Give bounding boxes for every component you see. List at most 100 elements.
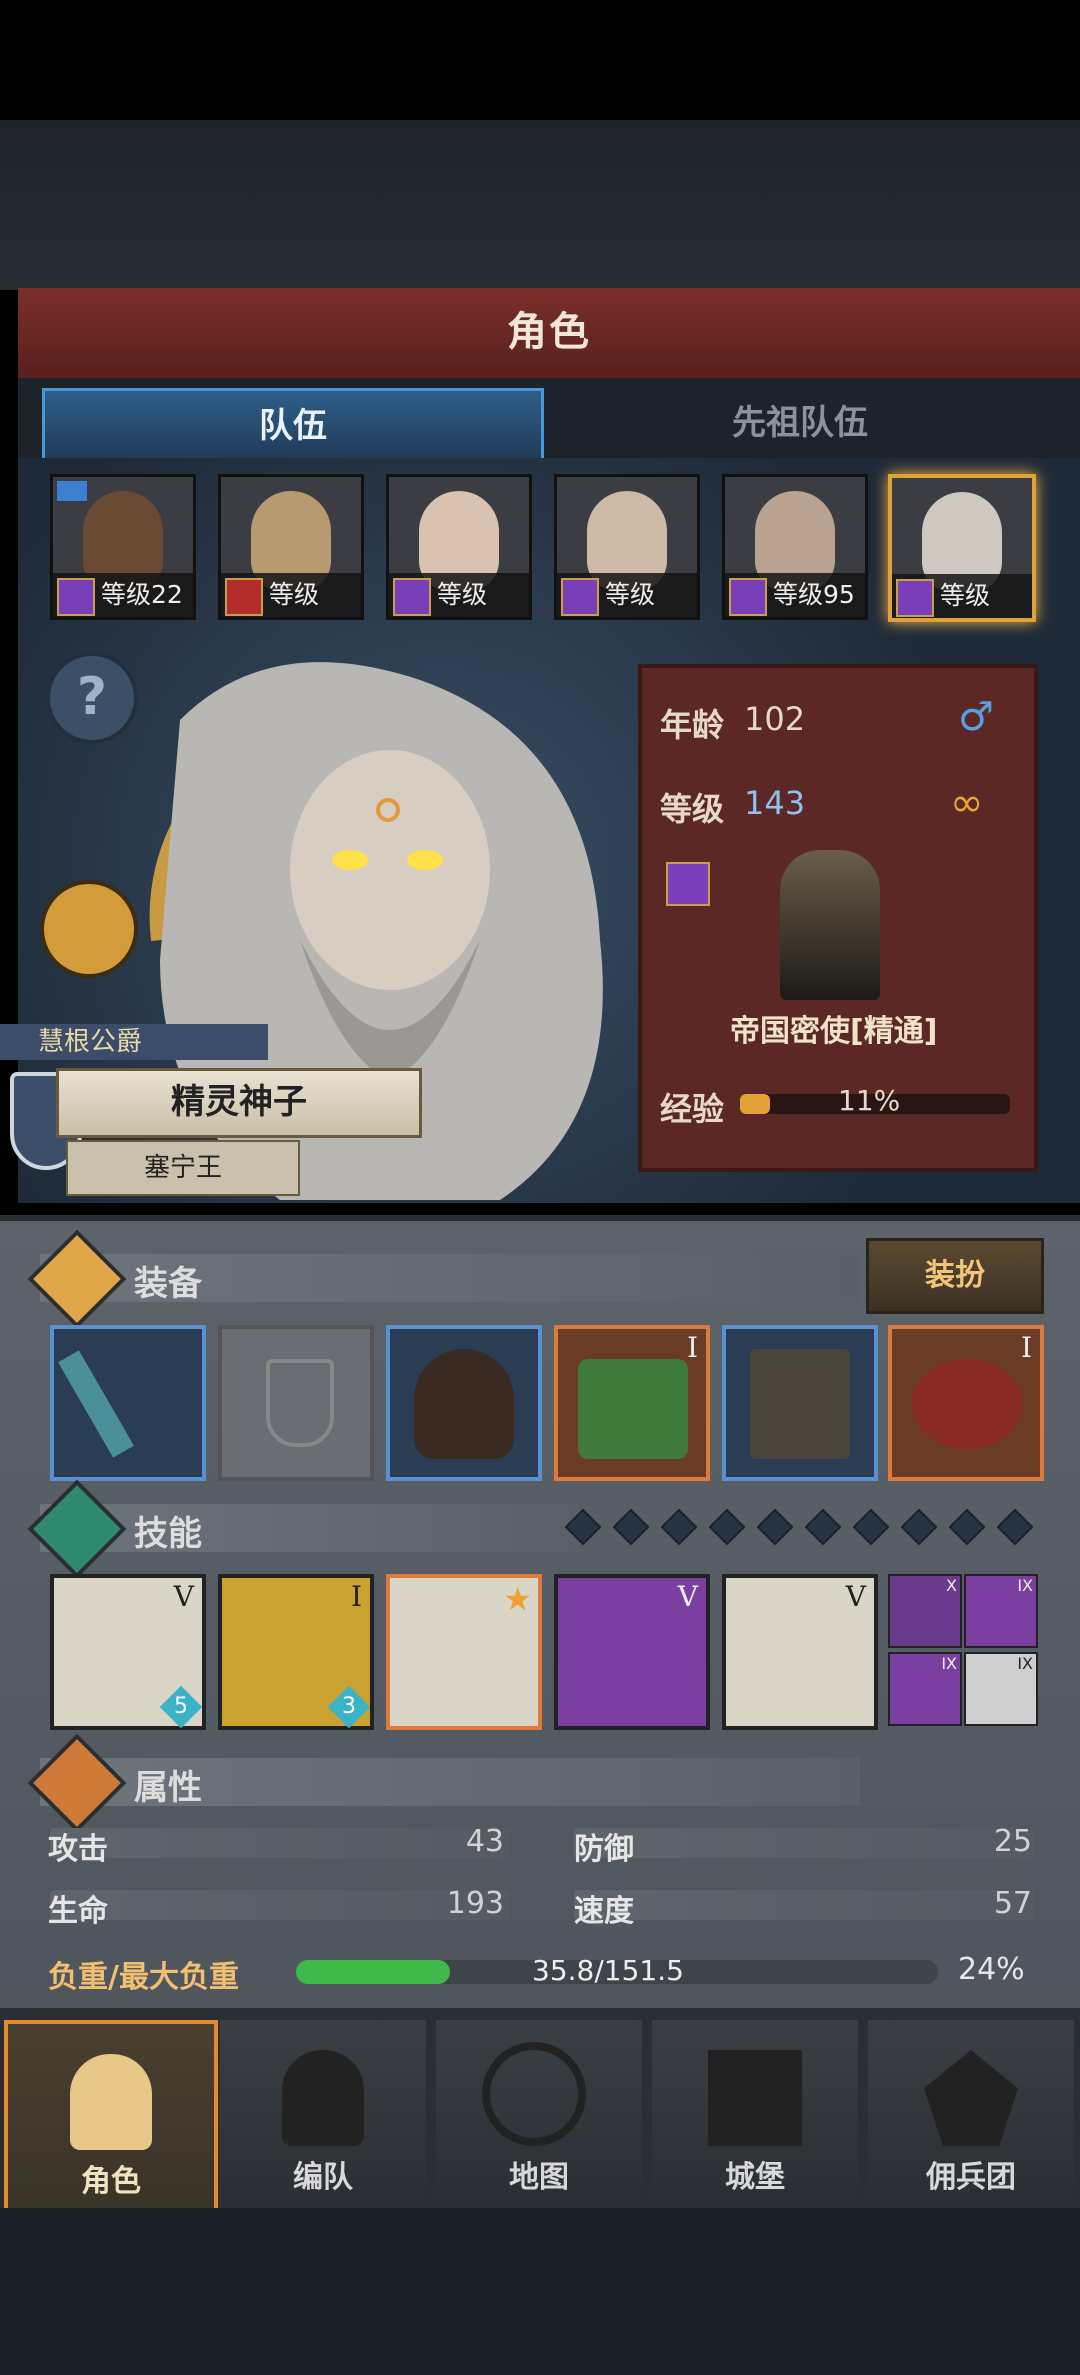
load-percent: 24%	[958, 1952, 1025, 1987]
house-name: 慧根公爵	[38, 1027, 143, 1057]
skill-crystal-purple[interactable]: V	[554, 1574, 710, 1730]
tier-label: V	[173, 1580, 194, 1613]
skill-count: 3	[342, 1694, 356, 1719]
skill-count-badge: 5	[159, 1685, 203, 1729]
hood-icon	[414, 1349, 514, 1459]
bottom-backdrop	[0, 2208, 1080, 2375]
banner-icon	[924, 2050, 1018, 2146]
attack-label: 攻击	[48, 1832, 108, 1867]
class-icon	[393, 578, 431, 616]
tier-label: V	[677, 1580, 698, 1613]
skills-title: 技能	[134, 1514, 202, 1554]
exp-bar-fill	[740, 1094, 770, 1114]
skill-spear-guard[interactable]: V 5	[50, 1574, 206, 1730]
speed-label: 速度	[574, 1894, 634, 1929]
skill-crystal-grey[interactable]: V	[722, 1574, 878, 1730]
tier-label: I	[1020, 1331, 1032, 1364]
class-icon	[666, 862, 710, 906]
equipment-title: 装备	[134, 1264, 202, 1304]
tier-label: I	[686, 1331, 698, 1364]
skill-count: 5	[174, 1694, 188, 1719]
exp-percent: 11%	[838, 1084, 901, 1117]
age-value: 102	[744, 700, 806, 738]
dress-up-button[interactable]: 装扮	[866, 1238, 1044, 1314]
skill-heal-shield[interactable]: I 3	[218, 1574, 374, 1730]
nav-label: 城堡	[725, 2160, 785, 2195]
class-icon	[729, 578, 767, 616]
equip-slot-staff[interactable]	[50, 1325, 206, 1481]
team-portrait-5[interactable]: 等级95	[722, 474, 868, 620]
class-icon	[57, 578, 95, 616]
mini-skill-3[interactable]: IX	[888, 1652, 962, 1726]
nav-mercenaries[interactable]: 佣兵团	[868, 2020, 1074, 2204]
nav-label: 角色	[81, 2164, 141, 2199]
mini-skill-2[interactable]: IX	[964, 1574, 1038, 1648]
nav-formation[interactable]: 编队	[220, 2020, 426, 2204]
knight-icon	[70, 2054, 152, 2150]
portrait-level: 等级22	[101, 580, 183, 609]
page-title-bar: 角色	[18, 288, 1080, 382]
team-portrait-6-selected[interactable]: 等级143	[888, 474, 1036, 622]
class-icon	[896, 579, 934, 617]
status-bar-area	[0, 0, 1080, 120]
equip-slot-boots[interactable]	[722, 1325, 878, 1481]
load-bar-fill	[296, 1960, 451, 1984]
nav-label: 地图	[509, 2160, 569, 2195]
mini-skill-1[interactable]: X	[888, 1574, 962, 1648]
attack-value: 43	[465, 1824, 504, 1859]
tier-label: IX	[1017, 1654, 1033, 1673]
armor-icon	[578, 1359, 688, 1459]
defense-label: 防御	[574, 1832, 634, 1867]
team-portrait-3[interactable]: 等级125	[386, 474, 532, 620]
tier-label: IX	[941, 1654, 957, 1673]
tab-team[interactable]: 队伍	[42, 388, 544, 461]
header-backdrop	[0, 120, 1080, 290]
level-value: 143	[744, 784, 806, 822]
hero-title: 塞宁王	[66, 1140, 300, 1196]
nav-castle[interactable]: 城堡	[652, 2020, 858, 2204]
hero-name: 精灵神子	[56, 1068, 422, 1138]
nav-label: 编队	[293, 2160, 353, 2195]
exp-label: 经验	[660, 1090, 725, 1128]
team-portrait-2[interactable]: 等级121	[218, 474, 364, 620]
equip-slot-shield-empty[interactable]	[218, 1325, 374, 1481]
team-portrait-1[interactable]: 等级22	[50, 474, 196, 620]
load-label: 负重/最大负重	[48, 1960, 239, 1995]
mini-skill-4[interactable]: IX	[964, 1652, 1038, 1726]
skill-sword-guard[interactable]: ★	[386, 1574, 542, 1730]
age-label: 年龄	[660, 706, 725, 744]
class-icon	[225, 578, 263, 616]
equip-slot-armor[interactable]: I	[554, 1325, 710, 1481]
class-name: 帝国密使[精通]	[730, 1014, 938, 1049]
bat-amulet-icon	[912, 1359, 1022, 1449]
level-label: 等级	[660, 790, 725, 828]
rings-icon: ∞	[950, 780, 984, 826]
tab-ancestor-team[interactable]: 先祖队伍	[540, 388, 1060, 461]
team-portrait-4[interactable]: 等级104	[554, 474, 700, 620]
empty-shield-icon	[266, 1359, 334, 1447]
portrait-level: 等级95	[773, 580, 855, 609]
flag-icon	[57, 481, 87, 501]
house-badge: 慧根公爵	[0, 1024, 268, 1060]
hp-value: 193	[446, 1886, 504, 1921]
equip-slot-hood[interactable]	[386, 1325, 542, 1481]
nav-map[interactable]: 地图	[436, 2020, 642, 2204]
equip-slot-amulet[interactable]: I	[888, 1325, 1044, 1481]
page-title: 角色	[507, 309, 591, 355]
compass-icon	[482, 2042, 586, 2146]
skill-count-badge: 3	[327, 1685, 371, 1729]
class-icon	[561, 578, 599, 616]
hp-label: 生命	[48, 1894, 108, 1929]
boots-icon	[750, 1349, 850, 1459]
defense-value: 25	[993, 1824, 1032, 1859]
class-figure	[780, 850, 880, 1000]
attributes-title: 属性	[134, 1768, 202, 1808]
male-gender-icon: ♂	[958, 694, 994, 740]
tier-label: I	[350, 1580, 362, 1613]
speed-value: 57	[993, 1886, 1032, 1921]
tier-label: X	[946, 1576, 957, 1595]
nav-character[interactable]: 角色	[4, 2020, 218, 2212]
staff-icon	[58, 1350, 134, 1458]
potion-icon[interactable]	[40, 880, 138, 978]
castle-icon	[708, 2050, 802, 2146]
